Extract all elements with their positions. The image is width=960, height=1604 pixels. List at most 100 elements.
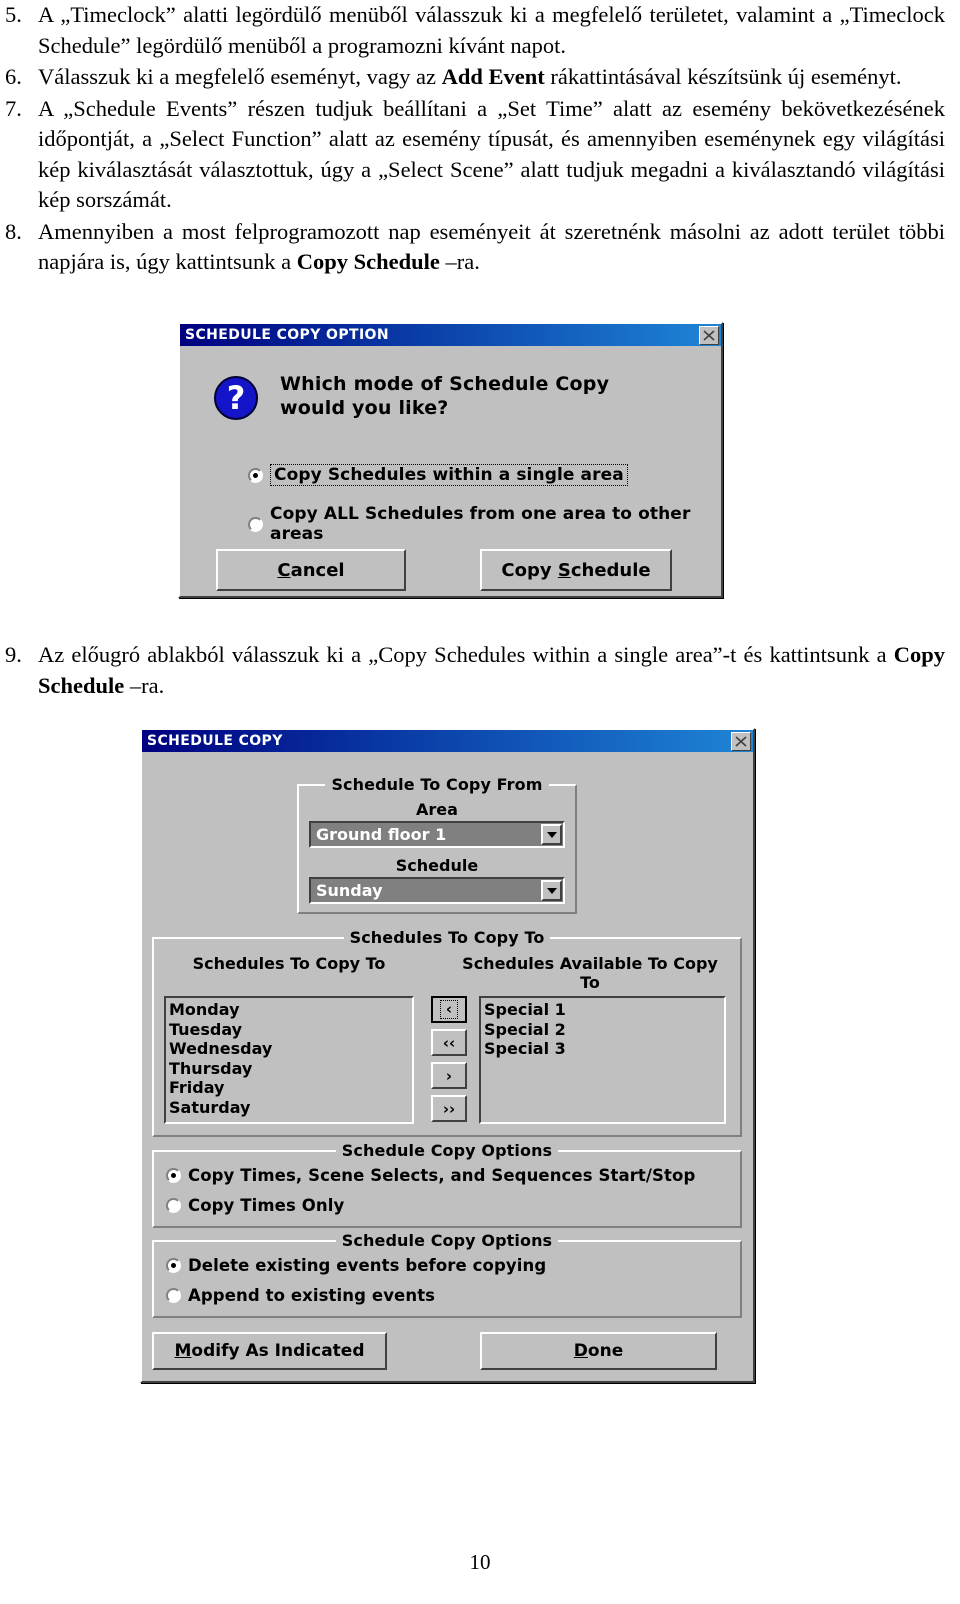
- schedule-dropdown[interactable]: Sunday: [309, 877, 565, 904]
- group-title: Schedule To Copy From: [299, 775, 575, 794]
- move-one-left-button[interactable]: ‹: [431, 996, 467, 1023]
- list-item-number: 6.: [5, 64, 22, 89]
- list-item-text: Válasszuk ki a megfelelő eseményt, vagy …: [38, 62, 945, 93]
- group-title: Schedule Copy Options: [154, 1141, 740, 1160]
- cancel-accel: C: [277, 559, 291, 581]
- move-all-left-label: ‹‹: [442, 1033, 456, 1052]
- dialog-titlebar: SCHEDULE COPY OPTION: [180, 324, 721, 346]
- radio-label: Append to existing events: [188, 1286, 436, 1305]
- schedule-copy-option-dialog: SCHEDULE COPY OPTION ? Which mode of Sch…: [178, 322, 723, 598]
- list-item-number: 7.: [5, 95, 22, 121]
- cancel-rest: ancel: [290, 559, 345, 581]
- chevron-down-icon[interactable]: [541, 880, 562, 901]
- list-item[interactable]: Friday: [169, 1078, 412, 1098]
- list-item: 9. Az előugró ablakból válasszuk ki a „C…: [0, 640, 945, 701]
- emphasis-text: Add Event: [441, 64, 545, 89]
- radio-button-indicator: [248, 467, 263, 483]
- right-list-header-line-2: To: [580, 973, 600, 992]
- body-text: A „Schedule Events” részen tudjuk beállí…: [38, 95, 945, 213]
- modify-rest: odify As Indicated: [191, 1341, 365, 1361]
- list-item[interactable]: Monday: [169, 1000, 412, 1020]
- schedule-copy-options-group-1: Schedule Copy Options Copy Times, Scene …: [152, 1141, 742, 1228]
- group-title: Schedule Copy Options: [154, 1231, 740, 1250]
- list-item[interactable]: Thursday: [169, 1059, 412, 1079]
- radio-delete-existing-events[interactable]: Delete existing events before copying: [166, 1256, 546, 1275]
- list-item[interactable]: Special 3: [484, 1039, 724, 1059]
- schedule-copy-options-group-2: Schedule Copy Options Delete existing ev…: [152, 1231, 742, 1318]
- list-item[interactable]: Special 2: [484, 1020, 724, 1040]
- body-text: rákattintásával készítsünk új eseményt.: [544, 64, 902, 89]
- instruction-list-continued: 9. Az előugró ablakból válasszuk ki a „C…: [0, 640, 945, 702]
- list-item[interactable]: Tuesday: [169, 1020, 412, 1040]
- body-text: A „Timeclock” alatti legördülő menüből v…: [38, 2, 945, 58]
- right-list-header-line-1: Schedules Available To Copy: [462, 954, 718, 973]
- move-all-left-button[interactable]: ‹‹: [431, 1029, 467, 1056]
- close-x-icon[interactable]: [731, 731, 751, 751]
- schedule-copy-dialog: SCHEDULE COPY Schedule To Copy From Area…: [140, 728, 755, 1383]
- copy-schedule-button[interactable]: Copy Schedule: [480, 549, 672, 591]
- schedules-available-to-copy-to-listbox[interactable]: Special 1 Special 2 Special 3: [479, 996, 726, 1124]
- schedule-dropdown-value: Sunday: [316, 881, 383, 900]
- body-text: –ra.: [124, 672, 165, 698]
- done-accel: D: [573, 1341, 588, 1361]
- list-item[interactable]: Wednesday: [169, 1039, 412, 1059]
- list-item-text: A „Schedule Events” részen tudjuk beállí…: [38, 94, 945, 216]
- area-dropdown-value: Ground floor 1: [316, 825, 447, 844]
- schedule-label: Schedule: [395, 856, 479, 875]
- radio-button-indicator: [166, 1168, 181, 1183]
- modify-accel: M: [174, 1341, 192, 1361]
- dialog-prompt-line-2: would you like?: [280, 397, 449, 419]
- body-text: Amennyiben a most felprogramozott nap es…: [38, 218, 945, 275]
- group-title: Schedules To Copy To: [154, 928, 740, 947]
- radio-append-to-existing-events[interactable]: Append to existing events: [166, 1286, 435, 1305]
- body-text: Az előugró ablakból válasszuk ki a „Copy…: [38, 642, 894, 667]
- list-item-number: 8.: [5, 218, 22, 244]
- radio-label: Delete existing events before copying: [188, 1256, 547, 1275]
- list-item: 5. A „Timeclock” alatti legördülő menübő…: [0, 0, 945, 61]
- area-label: Area: [416, 800, 458, 819]
- page-number: 10: [469, 1550, 491, 1574]
- radio-label: Copy Times Only: [188, 1196, 345, 1215]
- move-all-right-button[interactable]: ››: [431, 1095, 467, 1122]
- chevron-down-icon[interactable]: [541, 824, 562, 845]
- list-item[interactable]: Special 1: [484, 1000, 724, 1020]
- modify-as-indicated-button[interactable]: Modify As Indicated: [152, 1332, 387, 1370]
- instruction-list: 5. A „Timeclock” alatti legördülő menübő…: [0, 0, 945, 279]
- move-one-right-button[interactable]: ›: [431, 1062, 467, 1089]
- question-mark-icon: ?: [214, 376, 258, 420]
- radio-button-indicator: [166, 1288, 181, 1303]
- schedules-to-copy-to-listbox[interactable]: Monday Tuesday Wednesday Thursday Friday Satu…: [164, 996, 414, 1124]
- list-item[interactable]: Saturday: [169, 1098, 412, 1118]
- radio-copy-within-single-area[interactable]: Copy Schedules within a single area: [248, 464, 628, 486]
- area-dropdown[interactable]: Ground floor 1: [309, 821, 565, 848]
- copy-accel: S: [557, 559, 571, 581]
- list-item-number: 9.: [5, 642, 22, 667]
- radio-copy-times-scene-selects-sequences[interactable]: Copy Times, Scene Selects, and Sequences…: [166, 1166, 695, 1185]
- radio-copy-all-to-other-areas[interactable]: Copy ALL Schedules from one area to othe…: [248, 504, 721, 544]
- done-rest: one: [587, 1341, 624, 1361]
- radio-button-indicator: [166, 1198, 181, 1213]
- body-text: –ra.: [439, 249, 480, 274]
- radio-button-indicator: [248, 516, 263, 532]
- list-item-text: Amennyiben a most felprogramozott nap es…: [38, 217, 945, 278]
- radio-label: Copy Times, Scene Selects, and Sequences…: [188, 1166, 696, 1185]
- move-one-left-label: ‹: [439, 1000, 459, 1019]
- list-item: 8. Amennyiben a most felprogramozott nap…: [0, 217, 945, 278]
- move-all-right-label: ››: [442, 1099, 456, 1118]
- list-item-text: Az előugró ablakból válasszuk ki a „Copy…: [38, 640, 945, 701]
- radio-label: Copy ALL Schedules from one area to othe…: [270, 504, 691, 544]
- list-item-text: A „Timeclock” alatti legördülő menüből v…: [38, 0, 945, 61]
- radio-copy-times-only[interactable]: Copy Times Only: [166, 1196, 344, 1215]
- body-text: Válasszuk ki a megfelelő eseményt, vagy …: [38, 64, 442, 89]
- done-button[interactable]: Done: [480, 1332, 717, 1370]
- list-item-number: 5.: [5, 2, 22, 27]
- radio-label: Copy Schedules within a single area: [270, 464, 628, 486]
- right-list-header: Schedules Available To Copy To: [454, 954, 726, 992]
- cancel-button[interactable]: Cancel: [216, 549, 406, 591]
- radio-button-indicator: [166, 1258, 181, 1273]
- dialog-prompt: Which mode of Schedule Copy would you li…: [280, 372, 609, 420]
- dialog-title: SCHEDULE COPY: [147, 733, 283, 749]
- dialog-titlebar: SCHEDULE COPY: [142, 730, 753, 752]
- close-x-icon[interactable]: [699, 325, 719, 345]
- move-one-right-label: ›: [445, 1066, 453, 1085]
